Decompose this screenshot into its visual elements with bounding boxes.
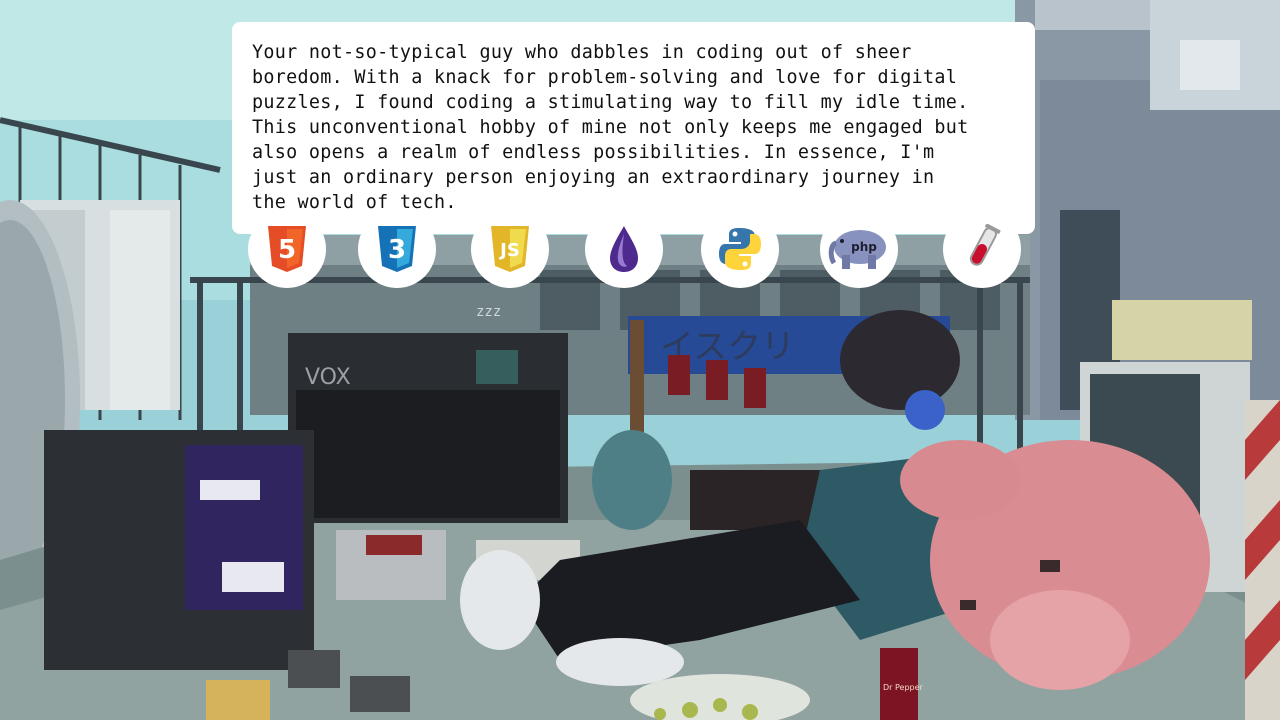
html5-badge: 5 [278,235,296,265]
elixir-icon [610,226,638,272]
javascript-badge: JS [498,240,520,261]
bio-paragraph: Your not-so-typical guy who dabbles in c… [252,42,969,213]
amp-label: VOX [305,365,351,390]
css3-icon: 3 [378,226,416,272]
bio-card: Your not-so-typical guy who dabbles in c… [232,22,1035,234]
can-label: Dr Pepper [883,683,924,692]
css3-badge: 3 [388,235,406,265]
python-icon [719,228,761,270]
tech-icon-html5[interactable]: 5 [248,210,326,288]
tech-icon-javascript[interactable]: JS [471,210,549,288]
test-tube-icon [969,224,1001,266]
html5-icon: 5 [268,226,306,272]
tech-icon-css3[interactable]: 3 [358,210,436,288]
tech-icon-python[interactable] [701,210,779,288]
tech-icon-elixir[interactable] [585,210,663,288]
sleep-text: zzz [476,304,501,320]
php-badge: php [851,240,877,254]
tech-icon-php[interactable]: php [820,210,898,288]
tech-icon-test-tube[interactable] [943,210,1021,288]
javascript-icon: JS [491,226,529,272]
php-icon: php [828,230,886,269]
